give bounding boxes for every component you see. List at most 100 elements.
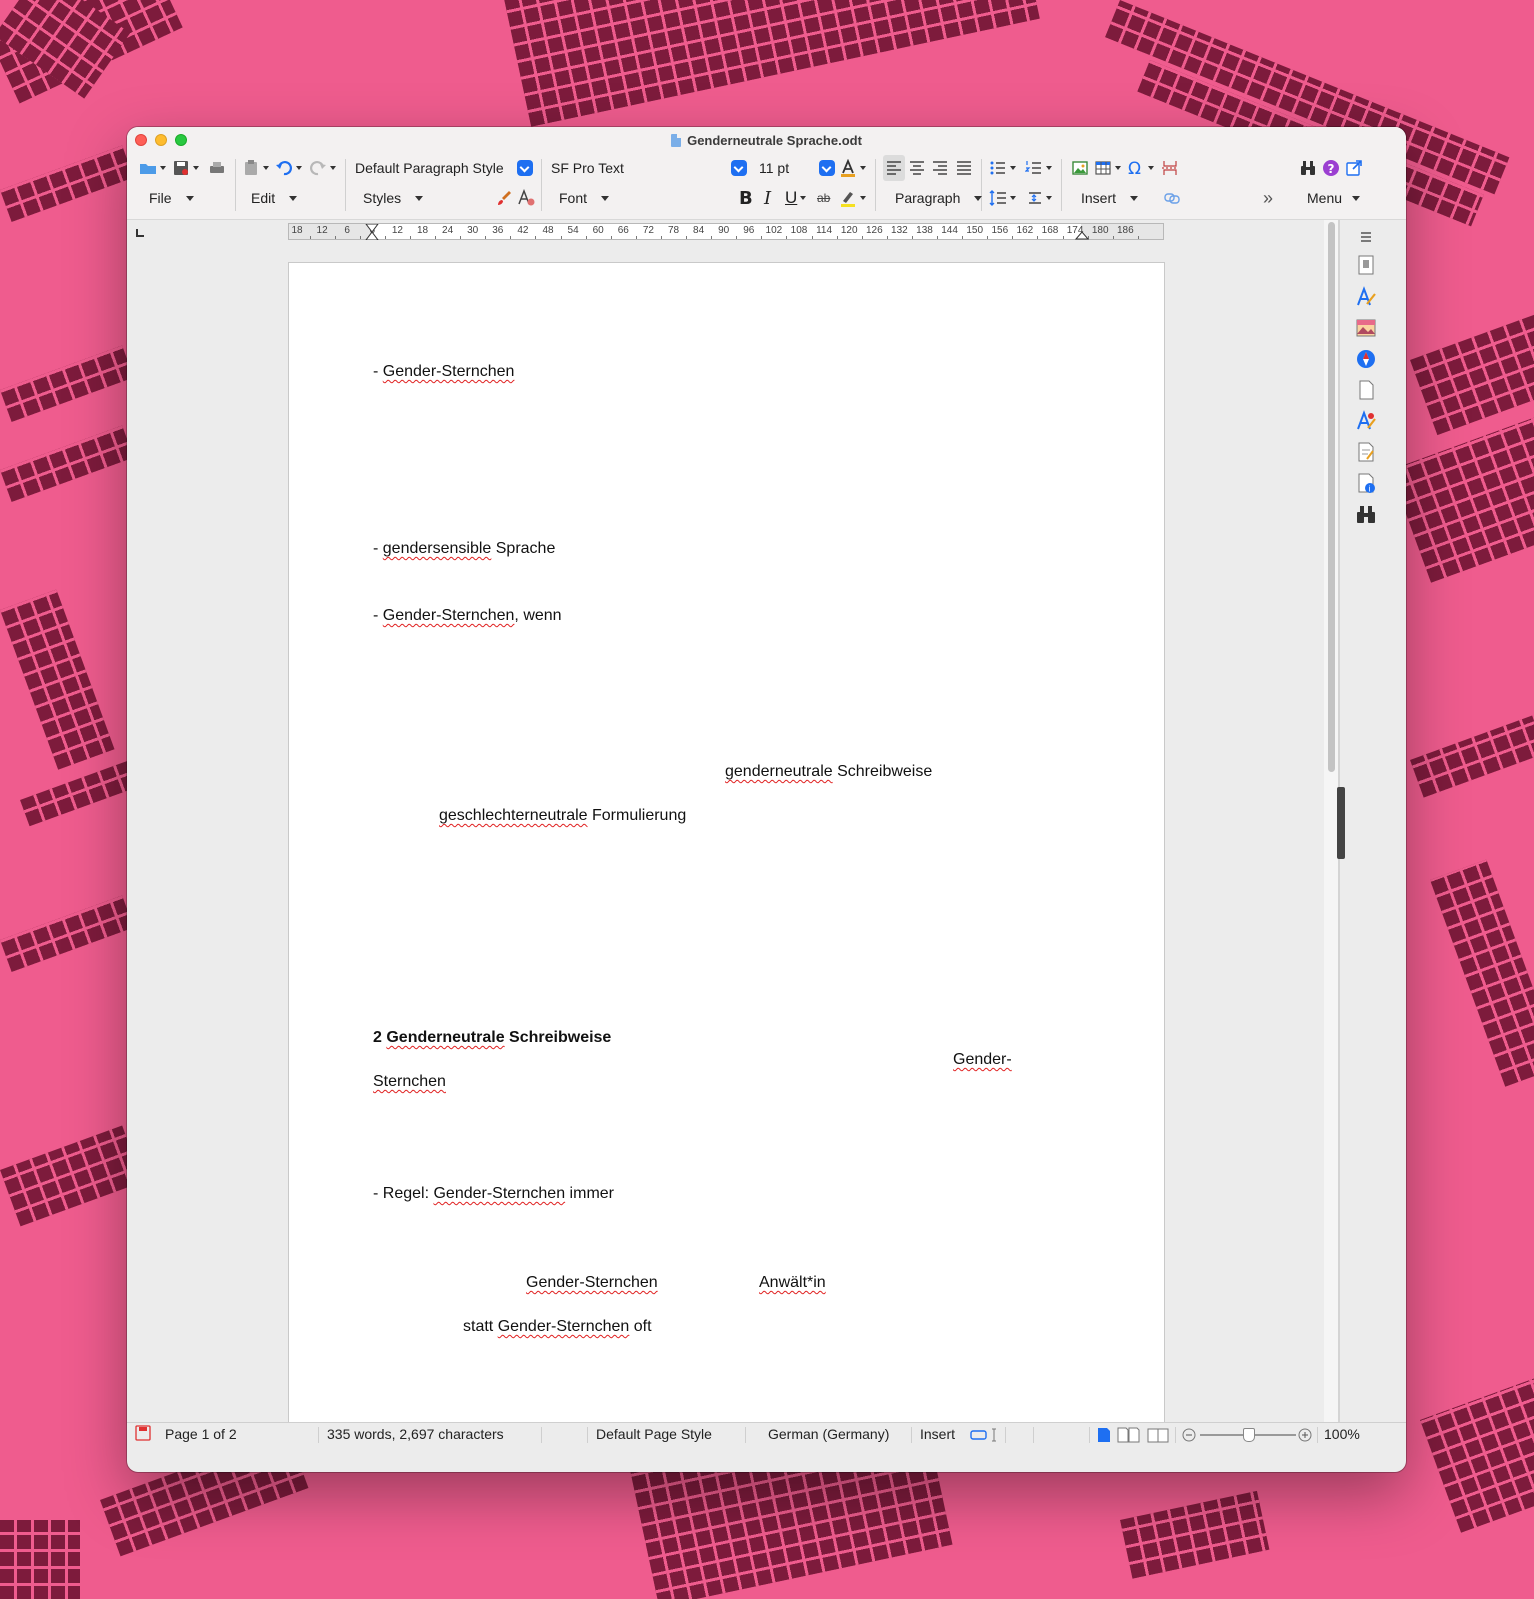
- misspelled-word[interactable]: Anwält*in: [759, 1274, 826, 1291]
- paragraph[interactable]: - Gender-Sternchen, wenn: [373, 607, 562, 625]
- text-run[interactable]: Schreibweise: [505, 1029, 611, 1046]
- chevron-down-icon[interactable]: [819, 160, 835, 176]
- misspelled-word[interactable]: Gender-Sternchen: [498, 1318, 630, 1335]
- minimize-window-button[interactable]: [155, 134, 167, 146]
- misspelled-word[interactable]: Genderneutrale: [386, 1029, 504, 1046]
- italic-button[interactable]: I: [764, 185, 771, 211]
- zoom-slider-thumb[interactable]: [1243, 1428, 1255, 1442]
- misspelled-word[interactable]: Gender-Sternchen: [383, 363, 515, 380]
- find-replace-button[interactable]: [1299, 155, 1317, 181]
- sidebar-gallery-button[interactable]: [1355, 317, 1377, 339]
- insert-image-button[interactable]: [1071, 155, 1089, 181]
- text-run[interactable]: -: [373, 540, 383, 557]
- zoom-window-button[interactable]: [175, 134, 187, 146]
- save-button[interactable]: [172, 155, 199, 181]
- text-run[interactable]: Formulierung: [588, 807, 686, 824]
- page-style[interactable]: Default Page Style: [596, 1426, 712, 1442]
- insert-mode[interactable]: Insert: [920, 1426, 955, 1442]
- paragraph-menu-button[interactable]: Paragraph: [895, 185, 983, 211]
- paragraph[interactable]: Gender-Sternchen: [526, 1274, 658, 1292]
- paragraph[interactable]: geschlechterneutrale Formulierung: [439, 807, 686, 825]
- insert-table-button[interactable]: [1094, 155, 1121, 181]
- extension-button[interactable]: [1345, 155, 1363, 181]
- misspelled-word[interactable]: Gender-: [953, 1051, 1012, 1068]
- heading[interactable]: 2 Genderneutrale Schreibweise: [373, 1029, 611, 1047]
- font-name-combo[interactable]: SF Pro Text: [551, 157, 747, 179]
- document-page[interactable]: - Gender-Sternchen - gendersensible Spra…: [288, 262, 1165, 1422]
- paste-button[interactable]: [242, 155, 269, 181]
- selection-mode-icon[interactable]: [970, 1428, 1000, 1445]
- book-view-button[interactable]: [1147, 1427, 1171, 1446]
- paragraph[interactable]: statt Gender-Sternchen oft: [463, 1318, 652, 1336]
- text-run[interactable]: immer: [565, 1185, 614, 1202]
- misspelled-word[interactable]: gendersensible: [383, 540, 492, 557]
- insert-menu-button[interactable]: Insert: [1081, 185, 1139, 211]
- zoom-slider[interactable]: [1200, 1428, 1296, 1442]
- styles-menu-button[interactable]: Styles: [363, 185, 424, 211]
- right-indent-marker-icon[interactable]: [1075, 231, 1089, 240]
- underline-button[interactable]: U: [785, 185, 807, 211]
- sidebar-manage-changes-button[interactable]: [1355, 441, 1377, 463]
- sidebar-properties-button[interactable]: [1355, 254, 1377, 276]
- text-run[interactable]: -: [373, 363, 383, 380]
- paragraph[interactable]: - Regel: Gender-Sternchen immer: [373, 1185, 614, 1203]
- file-menu-button[interactable]: File: [149, 185, 194, 211]
- misspelled-word[interactable]: genderneutrale: [725, 763, 833, 780]
- sidebar-menu-button[interactable]: [1355, 226, 1377, 248]
- vertical-scrollbar[interactable]: [1324, 220, 1338, 1422]
- sidebar-page-button[interactable]: [1355, 379, 1377, 401]
- help-button[interactable]: ?: [1322, 155, 1340, 181]
- sidebar-styles-button[interactable]: [1355, 286, 1377, 308]
- edit-menu-button[interactable]: Edit: [251, 185, 298, 211]
- sidebar-design-button[interactable]: i: [1355, 472, 1377, 494]
- scrollbar-thumb[interactable]: [1328, 222, 1335, 772]
- zoom-percentage[interactable]: 100%: [1324, 1426, 1360, 1442]
- sidebar-style-inspector-button[interactable]: [1355, 410, 1377, 432]
- justify-button[interactable]: [955, 155, 973, 181]
- page-break-button[interactable]: [1161, 155, 1179, 181]
- single-page-view-button[interactable]: [1097, 1427, 1111, 1446]
- text-run[interactable]: 2: [373, 1029, 386, 1046]
- open-button[interactable]: [139, 155, 166, 181]
- chevron-down-icon[interactable]: [517, 160, 533, 176]
- font-color-button[interactable]: [839, 155, 866, 181]
- text-run[interactable]: , wenn: [514, 607, 561, 624]
- indent-marker-icon[interactable]: [365, 224, 379, 240]
- chevron-down-icon[interactable]: [731, 160, 747, 176]
- zoom-in-button[interactable]: [1297, 1427, 1313, 1446]
- multi-page-view-button[interactable]: [1117, 1427, 1141, 1446]
- sidebar-find-button[interactable]: [1355, 503, 1377, 525]
- special-character-button[interactable]: Ω: [1127, 155, 1154, 181]
- bullet-list-button[interactable]: [989, 155, 1016, 181]
- redo-button[interactable]: [309, 155, 336, 181]
- text-run[interactable]: -: [373, 607, 383, 624]
- print-button[interactable]: [208, 155, 226, 181]
- text-run[interactable]: statt: [463, 1318, 498, 1335]
- text-run[interactable]: Schreibweise: [833, 763, 932, 780]
- align-left-button[interactable]: [883, 155, 905, 181]
- paragraph[interactable]: genderneutrale Schreibweise: [725, 763, 932, 781]
- sidebar-navigator-button[interactable]: [1355, 348, 1377, 370]
- clear-formatting-button[interactable]: [517, 185, 535, 211]
- text-language[interactable]: German (Germany): [768, 1426, 889, 1442]
- bold-button[interactable]: B: [739, 185, 753, 211]
- text-run[interactable]: oft: [629, 1318, 652, 1335]
- clone-formatting-button[interactable]: [495, 185, 513, 211]
- text-run[interactable]: Sprache: [491, 540, 556, 557]
- word-count[interactable]: 335 words, 2,697 characters: [327, 1426, 504, 1442]
- paragraph[interactable]: Gender-: [953, 1051, 1012, 1069]
- highlight-button[interactable]: [839, 185, 866, 211]
- misspelled-word[interactable]: Sternchen: [373, 1073, 446, 1090]
- save-status-icon[interactable]: [135, 1425, 151, 1444]
- paragraph[interactable]: Sternchen: [373, 1073, 446, 1091]
- align-center-button[interactable]: [908, 155, 926, 181]
- strikethrough-button[interactable]: ab: [817, 185, 830, 211]
- paragraph[interactable]: - Gender-Sternchen: [373, 363, 514, 381]
- zoom-out-button[interactable]: [1181, 1427, 1197, 1446]
- misspelled-word[interactable]: Gender-Sternchen: [433, 1185, 565, 1202]
- font-size-combo[interactable]: 11 pt: [759, 157, 835, 179]
- horizontal-ruler[interactable]: 18 126 6 12 18 24 30 36 42 48 54 60 66 72 78 84 90 96 102 1…: [288, 223, 1164, 240]
- tab-stop-icon[interactable]: [136, 229, 144, 237]
- align-right-button[interactable]: [931, 155, 949, 181]
- numbered-list-button[interactable]: [1025, 155, 1052, 181]
